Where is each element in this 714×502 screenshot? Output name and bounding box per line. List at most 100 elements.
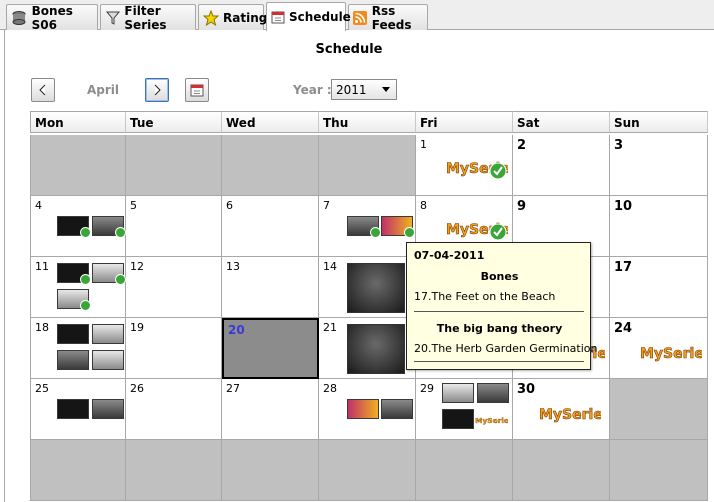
day-cell-2[interactable]: 2: [513, 135, 610, 196]
day-number: 9: [517, 199, 527, 214]
day-cell-empty: [416, 440, 513, 501]
tab-label: Bones S06: [31, 3, 73, 32]
day-number: 10: [614, 199, 633, 214]
episode-thumbnail[interactable]: [347, 399, 379, 419]
check-icon: [404, 227, 415, 238]
weekday-header-sat: Sat: [513, 111, 610, 133]
arrow-right-icon: [154, 84, 161, 96]
tab-label: Schedule: [289, 10, 351, 24]
tooltip-show-title: Bones: [480, 270, 519, 283]
episode-thumbnail[interactable]: [92, 216, 126, 238]
day-cell-3[interactable]: 3: [610, 135, 708, 196]
episode-thumbnail[interactable]: [442, 383, 474, 403]
day-cell-20-today[interactable]: 20: [222, 318, 319, 379]
next-month-button[interactable]: [145, 78, 169, 102]
myseries-logo: MySeries: [446, 161, 508, 180]
day-cell-1[interactable]: 1 MySeries: [416, 135, 513, 196]
myseries-logo: MySeries: [539, 407, 601, 424]
episode-thumbnail[interactable]: [57, 289, 91, 311]
day-cell-21[interactable]: 21: [319, 318, 416, 379]
day-cell-25[interactable]: 25: [30, 379, 126, 440]
episode-thumbnail[interactable]: [347, 216, 381, 238]
day-number: 25: [35, 382, 49, 395]
day-cell-10[interactable]: 10: [610, 196, 708, 257]
prev-month-button[interactable]: [31, 78, 55, 102]
day-cell-empty: [319, 135, 416, 196]
day-cell-empty: [610, 379, 708, 440]
day-cell-7[interactable]: 7: [319, 196, 416, 257]
day-cell-12[interactable]: 12: [126, 257, 222, 318]
check-icon: [80, 274, 91, 285]
episode-thumbnail[interactable]: [57, 399, 89, 419]
day-cell-26[interactable]: 26: [126, 379, 222, 440]
episode-thumbnail[interactable]: [381, 216, 415, 238]
tab-schedule[interactable]: Schedule: [266, 2, 351, 31]
day-cell-empty: [30, 440, 126, 501]
tab-ratings[interactable]: Ratings: [198, 4, 274, 30]
day-cell-empty: [610, 440, 708, 501]
tab-filter-series[interactable]: Filter Series: [100, 4, 196, 32]
day-cell-empty: [222, 135, 319, 196]
year-select[interactable]: 2011: [331, 79, 397, 100]
day-cell-empty: [319, 440, 416, 501]
weekday-header-fri: Fri: [416, 111, 513, 133]
day-cell-11[interactable]: 11: [30, 257, 126, 318]
tooltip-divider: [414, 311, 584, 312]
day-number: 11: [35, 260, 49, 273]
day-number: 12: [130, 260, 144, 273]
day-cell-18[interactable]: 18: [30, 318, 126, 379]
day-cell-13[interactable]: 13: [222, 257, 319, 318]
rss-icon: [353, 9, 368, 27]
episode-thumbnail[interactable]: [57, 324, 89, 344]
episode-thumbnail[interactable]: [347, 324, 405, 374]
day-cell-19[interactable]: 19: [126, 318, 222, 379]
episode-tooltip: 07-04-2011 Bones 17.The Feet on the Beac…: [406, 242, 597, 370]
episode-thumbnail[interactable]: [92, 263, 126, 285]
day-number: 8: [420, 199, 427, 212]
year-value: 2011: [336, 82, 367, 97]
check-icon: [80, 300, 91, 311]
episode-thumbnail[interactable]: [57, 350, 89, 370]
day-number: 19: [130, 321, 144, 334]
day-cell-24[interactable]: 24 MySeries: [610, 318, 708, 379]
arrow-left-icon: [39, 84, 46, 96]
day-number: 21: [323, 321, 337, 334]
episode-thumbnail[interactable]: [57, 263, 91, 285]
funnel-icon: [105, 9, 120, 27]
tab-rss-feeds[interactable]: Rss Feeds: [348, 4, 428, 32]
episode-thumbnail[interactable]: [57, 216, 91, 238]
episode-thumbnail[interactable]: [381, 399, 413, 419]
check-icon: [370, 227, 381, 238]
day-cell-6[interactable]: 6: [222, 196, 319, 257]
weekday-header-mon: Mon: [30, 111, 126, 133]
check-icon: [80, 227, 91, 238]
episode-thumbnail[interactable]: [92, 399, 124, 419]
episode-thumbnail[interactable]: [477, 383, 509, 403]
day-cell-29[interactable]: 29 MySeries: [416, 379, 513, 440]
day-number: 24: [614, 321, 633, 336]
tooltip-episode: 17.The Feet on the Beach: [414, 290, 556, 303]
database-icon: [11, 9, 28, 27]
day-cell-14[interactable]: 14: [319, 257, 416, 318]
day-cell-30[interactable]: 30 MySeries: [513, 379, 610, 440]
episode-thumbnail[interactable]: [92, 350, 124, 370]
day-cell-28[interactable]: 28: [319, 379, 416, 440]
episode-thumbnail[interactable]: [92, 324, 124, 344]
calendar-icon: [190, 84, 204, 97]
weekday-header-wed: Wed: [222, 111, 319, 133]
day-number: 4: [35, 199, 42, 212]
day-cell-5[interactable]: 5: [126, 196, 222, 257]
tooltip-divider: [414, 361, 584, 362]
day-cell-empty: [126, 135, 222, 196]
day-cell-4[interactable]: 4: [30, 196, 126, 257]
day-number: 2: [517, 138, 527, 153]
episode-thumbnail[interactable]: [442, 409, 474, 429]
day-cell-27[interactable]: 27: [222, 379, 319, 440]
tooltip-episode: 20.The Herb Garden Germination: [414, 342, 598, 355]
episode-thumbnail[interactable]: [347, 263, 405, 313]
day-number: 6: [226, 199, 233, 212]
day-number: 20: [228, 323, 245, 337]
day-cell-17[interactable]: 17: [610, 257, 708, 318]
today-button[interactable]: [185, 78, 209, 102]
tab-bones-s06[interactable]: Bones S06: [6, 3, 98, 32]
